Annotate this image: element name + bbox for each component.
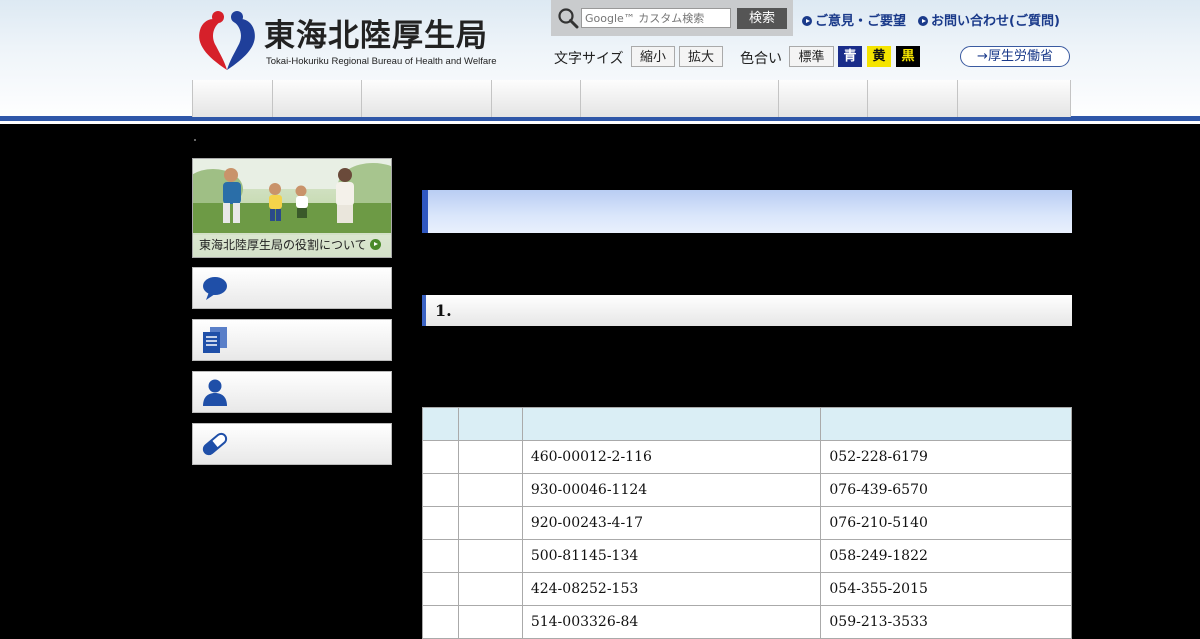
color-scheme-label: 色合い [740, 51, 782, 67]
color-standard-button[interactable]: 標準 [789, 46, 834, 67]
table-header-cell [457, 407, 523, 441]
table-row: 460-00012-2-116 052-228-6179 [422, 440, 1072, 474]
color-yellow-button[interactable]: 黄 [867, 46, 891, 67]
nav-item[interactable] [273, 80, 362, 117]
arrow-circle-icon [802, 16, 812, 26]
breadcrumb-marker [194, 139, 196, 141]
font-size-label: 文字サイズ [554, 51, 624, 67]
color-black-button[interactable]: 黒 [896, 46, 920, 67]
global-nav [192, 80, 1071, 117]
nav-item[interactable] [192, 80, 273, 117]
nav-item[interactable] [362, 80, 492, 117]
postal-code-cell: 424-08252-153 [521, 572, 822, 606]
phone-cell: 054-355-2015 [820, 572, 1072, 606]
search-button[interactable]: 検索 [737, 8, 787, 29]
page-title-bar [422, 190, 1072, 233]
nav-item[interactable] [492, 80, 581, 117]
phone-cell: 059-213-3533 [820, 605, 1072, 639]
logo-mark-icon [199, 11, 255, 70]
nav-item[interactable] [779, 80, 868, 117]
search-icon [558, 8, 579, 29]
arrow-circle-icon [369, 239, 381, 250]
section-heading: 1. [422, 295, 1072, 326]
sidebar-button-documents[interactable] [192, 319, 392, 361]
font-larger-button[interactable]: 拡大 [679, 46, 723, 67]
sidebar-button-consultation[interactable] [192, 267, 392, 309]
person-icon [203, 379, 227, 406]
table-header-cell [422, 407, 459, 441]
table-row: 424-08252-153 054-355-2015 [422, 572, 1072, 606]
mhlw-link[interactable]: →厚生労働省 [960, 46, 1070, 67]
postal-code-cell: 460-00012-2-116 [521, 440, 822, 474]
search-input[interactable] [581, 8, 731, 28]
family-photo [193, 159, 391, 235]
table-row: 514-003326-84 059-213-3533 [422, 605, 1072, 639]
font-smaller-button[interactable]: 縮小 [631, 46, 675, 67]
phone-cell: 058-249-1822 [820, 539, 1072, 573]
table-header-row [422, 407, 1072, 441]
postal-code-cell: 500-81145-134 [521, 539, 822, 573]
postal-code-cell: 930-00046-1124 [521, 473, 822, 507]
arrow-circle-icon [918, 16, 928, 26]
phone-cell: 076-439-6570 [820, 473, 1072, 507]
site-title: 東海北陸厚生局 [264, 18, 488, 54]
role-banner[interactable]: 東海北陸厚生局の役割について [192, 158, 392, 258]
site-subtitle: Tokai-Hokuriku Regional Bureau of Health… [266, 56, 497, 67]
table-row: 920-00243-4-17 076-210-5140 [422, 506, 1072, 540]
nav-item[interactable] [581, 80, 779, 117]
capsule-icon [202, 432, 228, 456]
postal-code-cell: 514-003326-84 [521, 605, 822, 639]
header-divider-light [0, 121, 1200, 124]
sidebar-button-medicine[interactable] [192, 423, 392, 465]
postal-code-cell: 920-00243-4-17 [521, 506, 822, 540]
sidebar-button-person[interactable] [192, 371, 392, 413]
table-row: 930-00046-1124 076-439-6570 [422, 473, 1072, 507]
speech-bubble-icon [203, 277, 227, 300]
nav-item[interactable] [958, 80, 1071, 117]
table-row: 500-81145-134 058-249-1822 [422, 539, 1072, 573]
phone-cell: 076-210-5140 [820, 506, 1072, 540]
office-table: 460-00012-2-116 052-228-6179 930-00046-1… [422, 407, 1072, 639]
phone-cell: 052-228-6179 [820, 440, 1072, 474]
opinion-link[interactable]: ご意見・ご要望 [802, 10, 906, 29]
inquiry-link[interactable]: お問い合わせ(ご質問) [918, 10, 1060, 29]
search-box: 検索 [551, 0, 793, 36]
table-header-cell [820, 407, 1072, 441]
banner-caption: 東海北陸厚生局の役割について [193, 233, 391, 257]
table-header-cell [521, 407, 822, 441]
nav-item[interactable] [868, 80, 958, 117]
site-logo[interactable]: 東海北陸厚生局 Tokai-Hokuriku Regional Bureau o… [196, 8, 526, 72]
documents-icon [203, 327, 227, 353]
color-blue-button[interactable]: 青 [838, 46, 862, 67]
